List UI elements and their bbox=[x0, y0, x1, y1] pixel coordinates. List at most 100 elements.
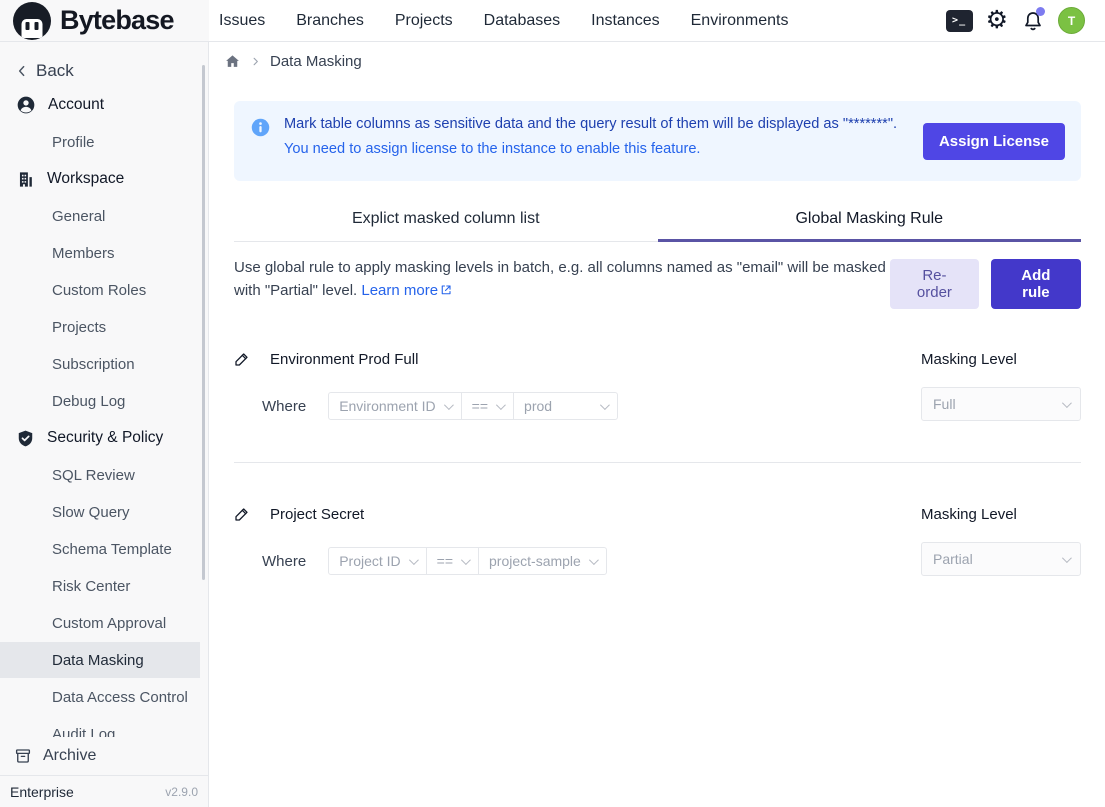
sidebar-item-custom-approval[interactable]: Custom Approval bbox=[0, 605, 208, 641]
settings-sidebar: Back Account Profile Workspace General bbox=[0, 42, 209, 807]
condition-operator-select[interactable]: == bbox=[461, 393, 513, 419]
sidebar-group-security-policy: Security & Policy bbox=[0, 420, 208, 456]
condition-field-select[interactable]: Project ID bbox=[329, 548, 425, 574]
edit-pencil-icon[interactable] bbox=[234, 506, 250, 522]
reorder-button[interactable]: Re-order bbox=[890, 259, 979, 309]
condition-group: Environment ID == prod bbox=[328, 392, 618, 420]
masking-level-select[interactable]: Full bbox=[921, 387, 1081, 421]
condition-value-select[interactable]: project-sample bbox=[478, 548, 606, 574]
external-link-icon bbox=[440, 284, 452, 296]
main-content: Data Masking Mark table columns as sensi… bbox=[210, 42, 1105, 807]
sidebar-item-members[interactable]: Members bbox=[0, 235, 208, 271]
gear-icon[interactable]: ⚙ bbox=[986, 8, 1008, 33]
masking-level-label: Masking Level bbox=[921, 349, 1081, 369]
sidebar-item-general[interactable]: General bbox=[0, 198, 208, 234]
chevron-down-icon bbox=[444, 400, 454, 410]
plan-badge: Enterprise bbox=[10, 784, 74, 800]
sidebar-footer: Enterprise v2.9.0 bbox=[0, 775, 208, 807]
back-label: Back bbox=[36, 61, 74, 81]
nav-item-instances[interactable]: Instances bbox=[591, 12, 659, 30]
edit-pencil-icon[interactable] bbox=[234, 351, 250, 367]
assign-license-button[interactable]: Assign License bbox=[923, 123, 1065, 160]
sidebar-item-risk-center[interactable]: Risk Center bbox=[0, 568, 208, 604]
sidebar-scroll-area: Back Account Profile Workspace General bbox=[0, 42, 208, 737]
where-label: Where bbox=[262, 398, 306, 415]
sql-editor-icon[interactable]: >_ bbox=[946, 10, 973, 32]
masking-level-select[interactable]: Partial bbox=[921, 542, 1081, 576]
sidebar-item-schema-template[interactable]: Schema Template bbox=[0, 531, 208, 567]
sidebar-item-projects[interactable]: Projects bbox=[0, 309, 208, 345]
sidebar-item-data-access-control[interactable]: Data Access Control bbox=[0, 679, 208, 715]
building-icon bbox=[16, 170, 35, 189]
add-rule-button[interactable]: Add rule bbox=[991, 259, 1081, 309]
chevron-down-icon bbox=[1062, 553, 1072, 563]
sidebar-item-sql-review[interactable]: SQL Review bbox=[0, 457, 208, 493]
user-icon bbox=[16, 95, 36, 115]
nav-item-issues[interactable]: Issues bbox=[219, 12, 265, 30]
condition-operator-select[interactable]: == bbox=[426, 548, 478, 574]
rule-title: Project Secret bbox=[270, 506, 364, 523]
nav-item-branches[interactable]: Branches bbox=[296, 12, 364, 30]
nav-item-environments[interactable]: Environments bbox=[691, 12, 789, 30]
condition-group: Project ID == project-sample bbox=[328, 547, 607, 575]
sidebar-item-audit-log[interactable]: Audit Log bbox=[0, 716, 208, 737]
nav-item-projects[interactable]: Projects bbox=[395, 12, 453, 30]
sidebar-item-archive[interactable]: Archive bbox=[0, 737, 208, 775]
sidebar-item-debug-log[interactable]: Debug Log bbox=[0, 383, 208, 419]
sidebar-group-account: Account bbox=[0, 87, 208, 123]
chevron-down-icon bbox=[589, 555, 599, 565]
page-body: Mark table columns as sensitive data and… bbox=[210, 101, 1105, 576]
nav-links: Issues Branches Projects Databases Insta… bbox=[209, 0, 788, 41]
license-banner: Mark table columns as sensitive data and… bbox=[234, 101, 1081, 181]
condition-field-select[interactable]: Environment ID bbox=[329, 393, 460, 419]
sidebar-scrollbar[interactable] bbox=[202, 65, 205, 580]
info-icon bbox=[250, 117, 271, 138]
learn-more-link[interactable]: Learn more bbox=[361, 282, 452, 299]
notification-dot bbox=[1036, 7, 1045, 16]
sidebar-item-subscription[interactable]: Subscription bbox=[0, 346, 208, 382]
back-button[interactable]: Back bbox=[0, 56, 208, 86]
sidebar-item-custom-roles[interactable]: Custom Roles bbox=[0, 272, 208, 308]
rule-environment-prod-full: Environment Prod Full Where Environment … bbox=[234, 349, 1081, 421]
group-label: Security & Policy bbox=[47, 429, 163, 447]
breadcrumb-page: Data Masking bbox=[270, 53, 362, 70]
archive-icon bbox=[14, 747, 32, 765]
masking-rules-list: Environment Prod Full Where Environment … bbox=[234, 349, 1081, 576]
chevron-down-icon bbox=[496, 400, 506, 410]
group-label: Account bbox=[48, 96, 104, 114]
breadcrumb: Data Masking bbox=[210, 42, 1105, 80]
notification-bell[interactable] bbox=[1021, 9, 1045, 33]
where-label: Where bbox=[262, 553, 306, 570]
chevron-left-icon bbox=[14, 63, 30, 79]
tab-explicit-masked-column-list[interactable]: Explict masked column list bbox=[234, 201, 658, 242]
banner-submessage: You need to assign license to the instan… bbox=[284, 141, 909, 157]
nav-item-databases[interactable]: Databases bbox=[484, 12, 561, 30]
banner-message: Mark table columns as sensitive data and… bbox=[284, 116, 909, 132]
masking-level-label: Masking Level bbox=[921, 504, 1081, 524]
avatar[interactable]: T bbox=[1058, 7, 1085, 34]
home-icon[interactable] bbox=[224, 53, 241, 70]
masking-tabs: Explict masked column list Global Maskin… bbox=[234, 201, 1081, 242]
chevron-right-icon bbox=[250, 56, 261, 67]
chevron-down-icon bbox=[1062, 398, 1072, 408]
condition-value-select[interactable]: prod bbox=[513, 393, 617, 419]
tab-global-masking-rule[interactable]: Global Masking Rule bbox=[658, 201, 1082, 242]
rule-divider bbox=[234, 462, 1081, 463]
sidebar-item-profile[interactable]: Profile bbox=[0, 124, 208, 160]
archive-label: Archive bbox=[43, 747, 96, 765]
sidebar-item-slow-query[interactable]: Slow Query bbox=[0, 494, 208, 530]
top-navigation: Bytebase Issues Branches Projects Databa… bbox=[0, 0, 1105, 42]
brand-logo[interactable]: Bytebase bbox=[0, 0, 209, 41]
rules-toolbar: Use global rule to apply masking levels … bbox=[234, 256, 1081, 309]
bytebase-logo-icon bbox=[13, 2, 51, 40]
group-label: Workspace bbox=[47, 170, 124, 188]
chevron-down-icon bbox=[600, 400, 610, 410]
brand-name: Bytebase bbox=[60, 5, 174, 36]
version-label: v2.9.0 bbox=[165, 785, 198, 799]
chevron-down-icon bbox=[409, 555, 419, 565]
sidebar-item-data-masking[interactable]: Data Masking bbox=[0, 642, 200, 678]
nav-right-actions: >_ ⚙ T bbox=[946, 0, 1105, 41]
bytebase-app: Bytebase Issues Branches Projects Databa… bbox=[0, 0, 1105, 807]
rule-title: Environment Prod Full bbox=[270, 351, 418, 368]
rule-project-secret: Project Secret Where Project ID == bbox=[234, 504, 1081, 576]
